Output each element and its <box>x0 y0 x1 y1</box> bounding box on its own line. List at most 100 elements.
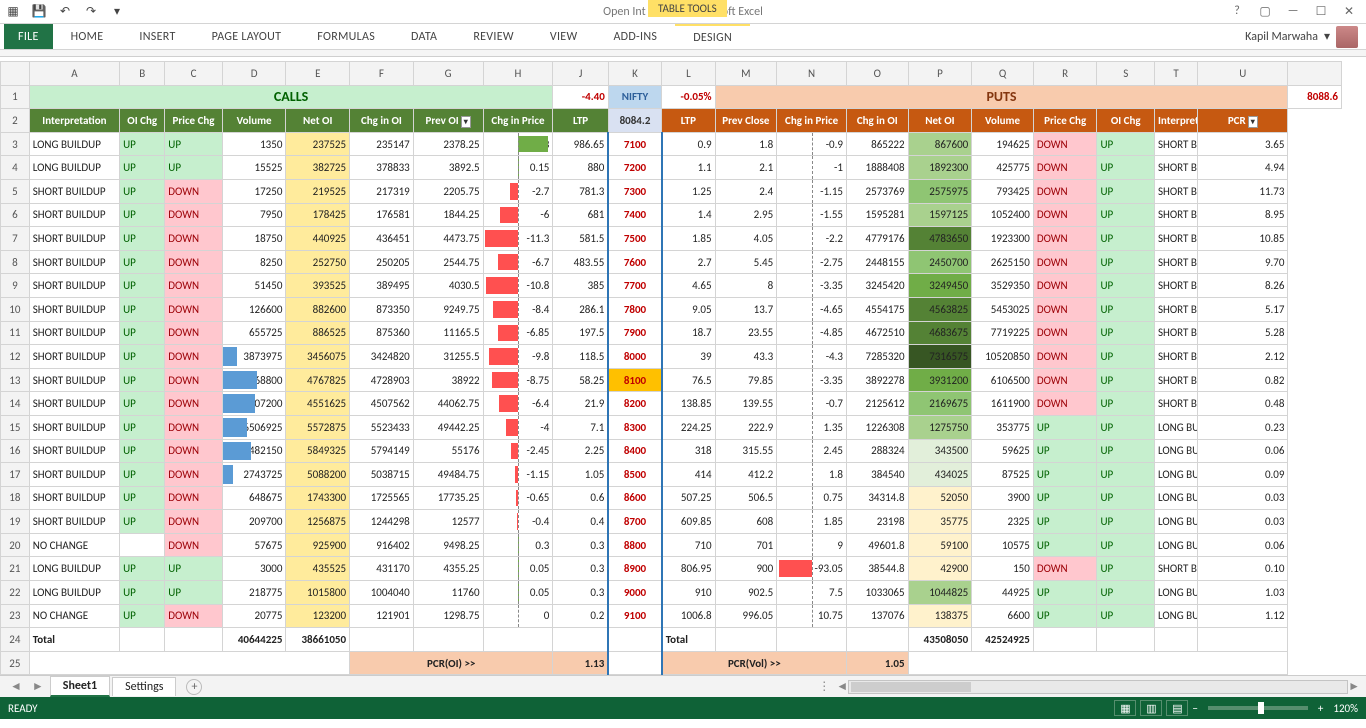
cell[interactable]: 44062.75 <box>413 392 483 416</box>
cell[interactable]: DOWN <box>165 345 223 369</box>
cell[interactable]: UP <box>120 368 165 392</box>
cell[interactable]: 3000 <box>222 557 286 581</box>
cell[interactable]: 288324 <box>846 439 908 463</box>
view-layout-icon[interactable]: ▥ <box>1140 700 1162 716</box>
tab-page-layout[interactable]: PAGE LAYOUT <box>194 24 300 49</box>
cell[interactable]: -0.4 <box>483 510 553 534</box>
sheet-tab[interactable]: Sheet1 <box>50 676 110 697</box>
cell[interactable]: 31255.5 <box>413 345 483 369</box>
cell[interactable]: SHORT BUILDUP <box>1154 297 1197 321</box>
cell[interactable]: 4728903 <box>350 368 414 392</box>
cell[interactable]: 3873975 <box>222 345 286 369</box>
cell[interactable]: 178425 <box>286 203 350 227</box>
cell[interactable]: 1.85 <box>777 510 847 534</box>
cell[interactable]: UP <box>120 156 165 180</box>
cell[interactable]: 1923300 <box>972 227 1034 251</box>
cell[interactable]: 42900 <box>908 557 972 581</box>
cell[interactable]: 8500 <box>608 463 661 487</box>
cell[interactable]: 7.1 <box>553 415 608 439</box>
cell[interactable]: 7285320 <box>846 345 908 369</box>
cell[interactable]: SHORT BUILDUP <box>1154 392 1197 416</box>
cell[interactable]: -1 <box>777 156 847 180</box>
cell[interactable]: UP <box>1097 392 1155 416</box>
cell[interactable]: 900 <box>715 557 777 581</box>
cell[interactable]: DOWN <box>165 415 223 439</box>
cell[interactable]: UP <box>120 274 165 298</box>
tab-insert[interactable]: INSERT <box>121 24 193 49</box>
row-header[interactable]: 18 <box>1 486 30 510</box>
cell[interactable]: UP <box>120 132 165 156</box>
cell[interactable]: 0.05 <box>483 557 553 581</box>
cell[interactable]: 23198 <box>846 510 908 534</box>
cell[interactable]: 1595281 <box>846 203 908 227</box>
cell[interactable]: SHORT BUILDUP <box>1154 250 1197 274</box>
cell[interactable]: 7100 <box>608 132 661 156</box>
tab-addins[interactable]: ADD-INS <box>595 24 675 49</box>
column-header[interactable]: R <box>1033 62 1097 86</box>
cell[interactable]: LONG BUILDUP <box>1154 510 1197 534</box>
cell[interactable]: -6.4 <box>483 392 553 416</box>
cell[interactable]: 1.05 <box>553 463 608 487</box>
cell[interactable]: DOWN <box>165 510 223 534</box>
cell[interactable]: 902.5 <box>715 581 777 605</box>
cell[interactable]: UP <box>120 557 165 581</box>
cell[interactable]: 59625 <box>972 439 1034 463</box>
cell[interactable]: UP <box>120 415 165 439</box>
cell[interactable]: SHORT BUILDUP <box>29 392 119 416</box>
cell[interactable]: SHORT BUILDUP <box>1154 321 1197 345</box>
cell[interactable]: UP <box>120 510 165 534</box>
cell[interactable]: 385 <box>553 274 608 298</box>
cell[interactable]: LONG BUILDUP <box>1154 415 1197 439</box>
cell[interactable]: UP <box>120 250 165 274</box>
cell[interactable]: 43.3 <box>715 345 777 369</box>
cell[interactable]: 8700 <box>608 510 661 534</box>
row-header[interactable]: 20 <box>1 533 30 557</box>
cell[interactable]: 11165.5 <box>413 321 483 345</box>
col-pcr[interactable]: PCR <box>1198 109 1288 133</box>
cell[interactable]: DOWN <box>1033 132 1097 156</box>
cell[interactable]: 8.95 <box>1198 203 1288 227</box>
cell[interactable]: UP <box>1097 132 1155 156</box>
cell[interactable]: LONG BUILDUP <box>1154 439 1197 463</box>
cell[interactable]: UP <box>1033 439 1097 463</box>
row-header[interactable]: 3 <box>1 132 30 156</box>
cell[interactable]: -0.65 <box>483 486 553 510</box>
cell[interactable]: SHORT BUILDUP <box>1154 557 1197 581</box>
cell[interactable]: 218775 <box>222 581 286 605</box>
column-header[interactable]: D <box>222 62 286 86</box>
cell[interactable]: SHORT BUILDUP <box>29 321 119 345</box>
cell[interactable]: 781.3 <box>553 179 608 203</box>
cell[interactable]: UP <box>120 604 165 628</box>
cell[interactable]: 3892278 <box>846 368 908 392</box>
cell[interactable]: 806.95 <box>662 557 715 581</box>
cell[interactable]: 4683675 <box>908 321 972 345</box>
col-chgprice[interactable]: Chg in Price <box>483 109 553 133</box>
sheet-tab[interactable]: Settings <box>112 677 176 696</box>
col-ltp-put[interactable]: LTP <box>662 109 715 133</box>
cell[interactable]: 2378.25 <box>413 132 483 156</box>
cell[interactable]: UP <box>1097 321 1155 345</box>
cell[interactable]: 880 <box>553 156 608 180</box>
cell[interactable]: 1044825 <box>908 581 972 605</box>
minimize-icon[interactable]: — <box>1282 4 1304 19</box>
cell[interactable]: 23.55 <box>715 321 777 345</box>
cell[interactable]: DOWN <box>1033 345 1097 369</box>
cell[interactable]: 5849325 <box>286 439 350 463</box>
cell[interactable]: DOWN <box>165 179 223 203</box>
cell[interactable]: 925900 <box>286 533 350 557</box>
cell[interactable]: 435525 <box>286 557 350 581</box>
cell[interactable]: SHORT BUILDUP <box>1154 368 1197 392</box>
cell[interactable]: 3249450 <box>908 274 972 298</box>
cell[interactable]: 701 <box>715 533 777 557</box>
cell[interactable]: SHORT BUILDUP <box>29 203 119 227</box>
cell[interactable]: 506.5 <box>715 486 777 510</box>
cell[interactable]: DOWN <box>1033 156 1097 180</box>
cell[interactable]: LONG BUILDUP <box>1154 604 1197 628</box>
cell[interactable]: -8.4 <box>483 297 553 321</box>
cell[interactable]: 681 <box>553 203 608 227</box>
column-header[interactable]: N <box>777 62 847 86</box>
cell[interactable]: SHORT BUILDUP <box>1154 179 1197 203</box>
cell[interactable]: UP <box>1097 203 1155 227</box>
cell[interactable]: DOWN <box>1033 557 1097 581</box>
cell[interactable]: DOWN <box>165 439 223 463</box>
